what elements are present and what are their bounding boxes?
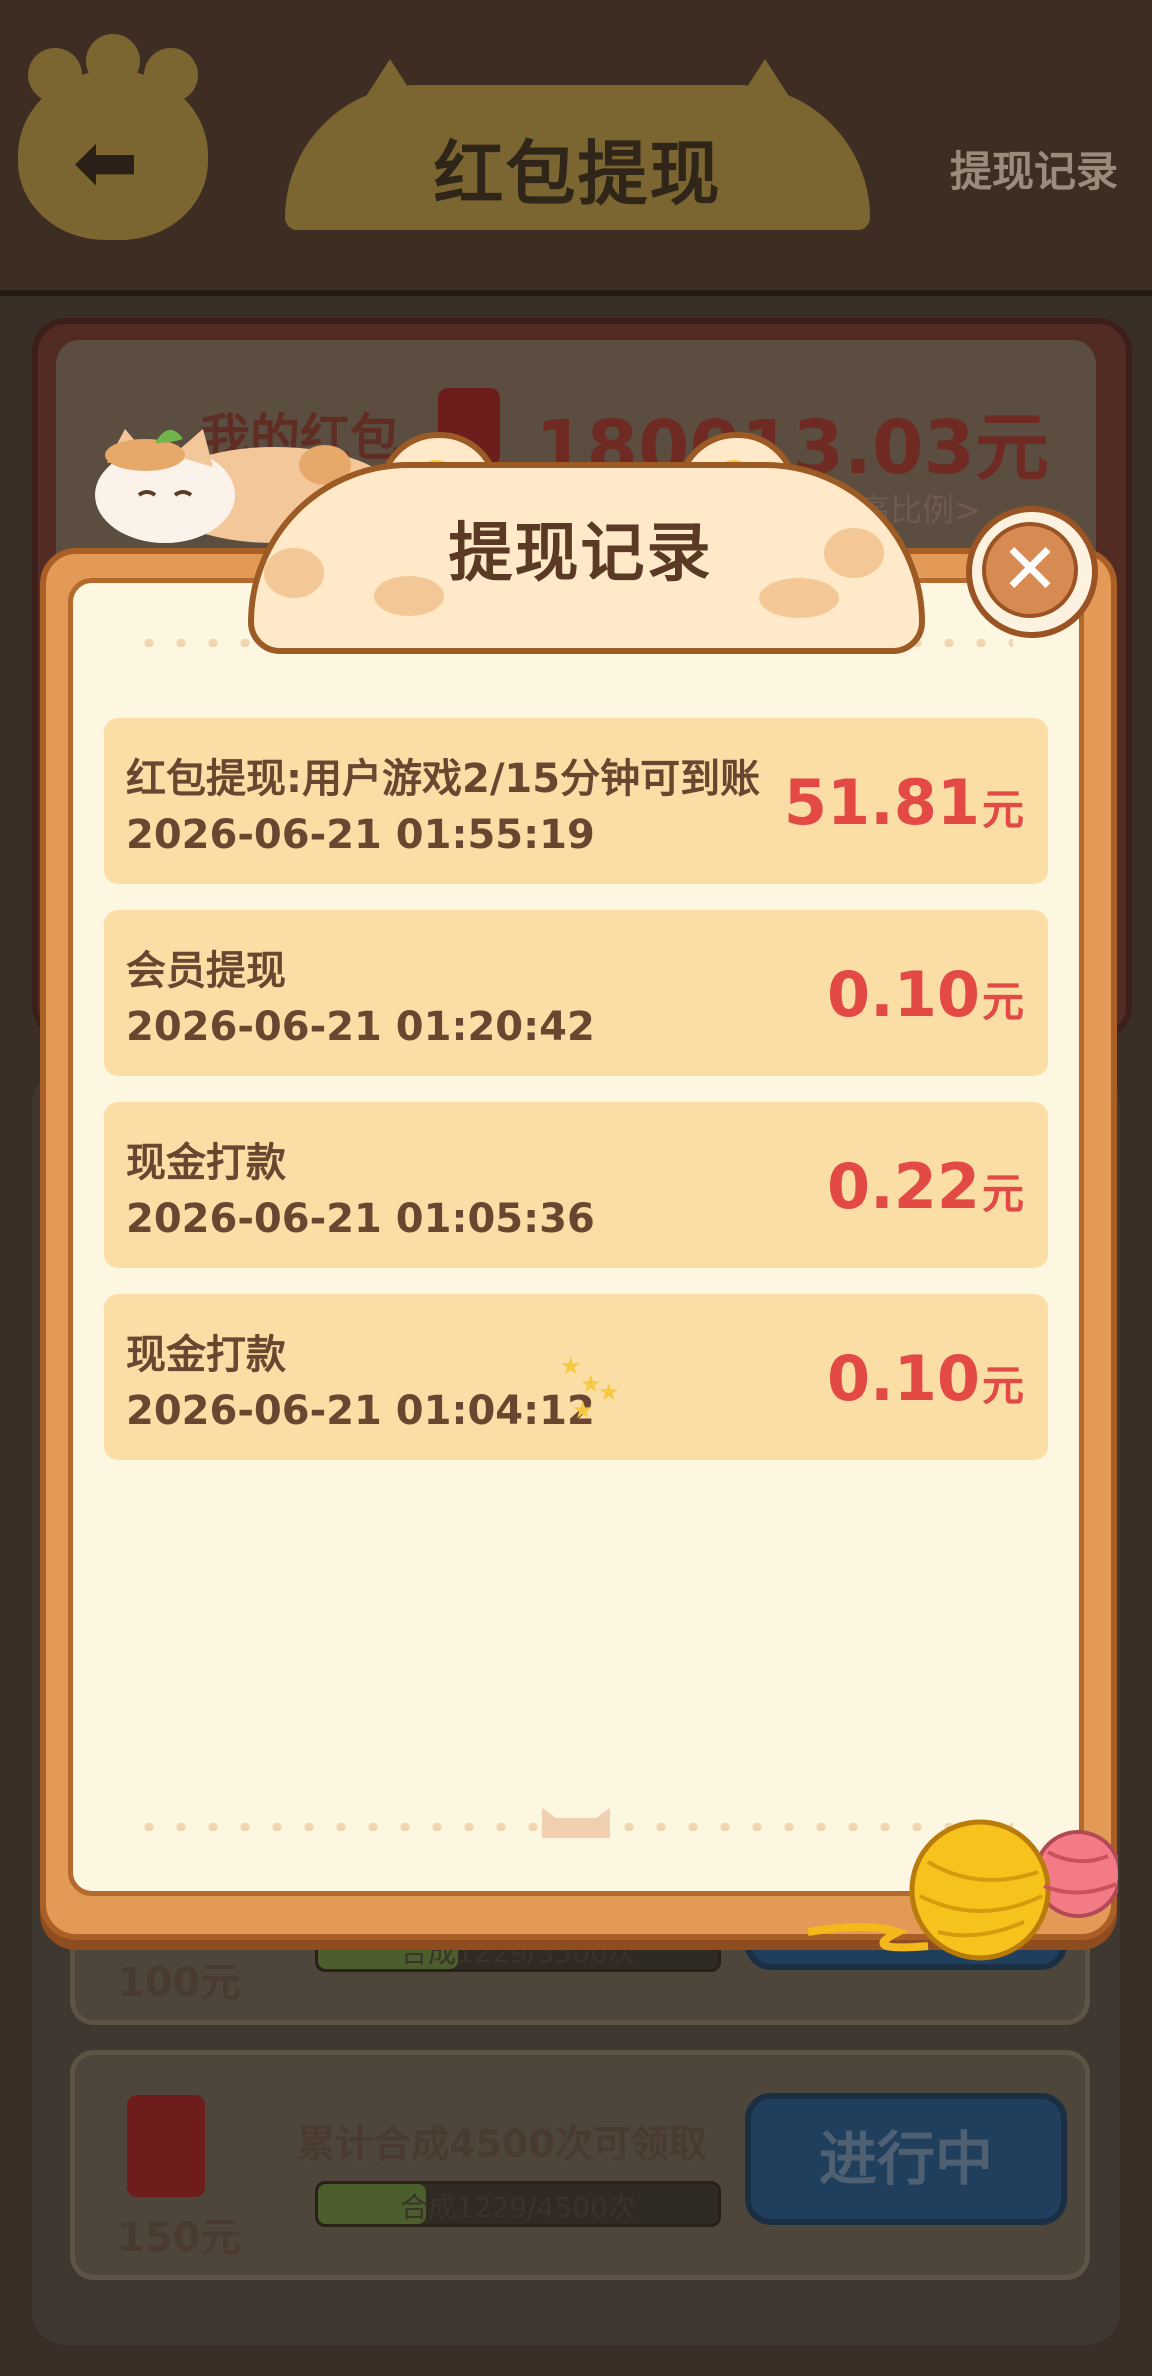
record-amount-value: 0.10 bbox=[827, 958, 980, 1031]
sparkle-icon: ★ bbox=[598, 1378, 620, 1406]
record-amount-value: 0.10 bbox=[827, 1342, 980, 1415]
record-amount: 51.81元 bbox=[784, 766, 1024, 839]
progress-bar: 合成1229/4500次 bbox=[315, 2181, 721, 2227]
task-amount: 150元 bbox=[117, 2215, 241, 2261]
task-amount: 100元 bbox=[117, 1960, 241, 2006]
in-progress-button[interactable]: 进行中 bbox=[745, 2093, 1067, 2225]
record-amount-unit: 元 bbox=[981, 977, 1024, 1026]
paw-toe bbox=[144, 48, 198, 102]
paw-decoration bbox=[18, 34, 208, 240]
record-amount: 0.10元 bbox=[827, 958, 1024, 1031]
record-amount: 0.22元 bbox=[827, 1150, 1024, 1223]
modal-title: 提现记录 bbox=[448, 517, 713, 591]
record-title: 现金打款 bbox=[126, 1332, 286, 1378]
record-time: 2026-06-21 01:05:36 bbox=[126, 1196, 595, 1242]
progress-text: 合成1229/4500次 bbox=[400, 2191, 636, 2224]
record-row: 会员提现 2026-06-21 01:20:42 0.10元 bbox=[104, 910, 1048, 1076]
record-row: 红包提现:用户游戏2/15分钟可到账 2026-06-21 01:55:19 5… bbox=[104, 718, 1048, 884]
record-time: 2026-06-21 01:20:42 bbox=[126, 1004, 595, 1050]
record-amount: 0.10元 bbox=[827, 1342, 1024, 1415]
sparkle-icon: ★ bbox=[572, 1396, 594, 1424]
cat-head-icon bbox=[542, 1808, 610, 1838]
close-button[interactable]: ✕ bbox=[966, 506, 1098, 638]
record-amount-unit: 元 bbox=[981, 1361, 1024, 1410]
top-bar: ⬅ 红包提现 提现记录 bbox=[0, 0, 1152, 296]
record-title: 会员提现 bbox=[126, 948, 286, 994]
page-title: 红包提现 bbox=[433, 133, 722, 215]
yarn-balls-icon bbox=[808, 1819, 1118, 1961]
record-time: 2026-06-21 01:55:19 bbox=[126, 812, 595, 858]
task-card: 150元 累计合成4500次可领取 合成1229/4500次 进行中 bbox=[70, 2050, 1090, 2280]
record-amount-unit: 元 bbox=[981, 785, 1024, 834]
record-amount-value: 51.81 bbox=[783, 766, 980, 839]
red-packet-icon bbox=[127, 2095, 205, 2197]
record-amount-value: 0.22 bbox=[827, 1150, 980, 1223]
record-title: 红包提现:用户游戏2/15分钟可到账 bbox=[126, 756, 761, 802]
record-title: 现金打款 bbox=[126, 1140, 286, 1186]
record-amount-unit: 元 bbox=[981, 1169, 1024, 1218]
record-time: 2026-06-21 01:04:12 bbox=[126, 1388, 595, 1434]
paw-toe bbox=[86, 34, 140, 88]
sparkle-icon: ★ bbox=[560, 1352, 582, 1380]
record-row: 现金打款 2026-06-21 01:05:36 0.22元 bbox=[104, 1102, 1048, 1268]
paw-toe bbox=[28, 48, 82, 102]
close-icon: ✕ bbox=[982, 522, 1078, 618]
withdraw-records-link[interactable]: 提现记录 bbox=[950, 138, 1118, 199]
task-description: 累计合成4500次可领取 bbox=[297, 2122, 707, 2166]
